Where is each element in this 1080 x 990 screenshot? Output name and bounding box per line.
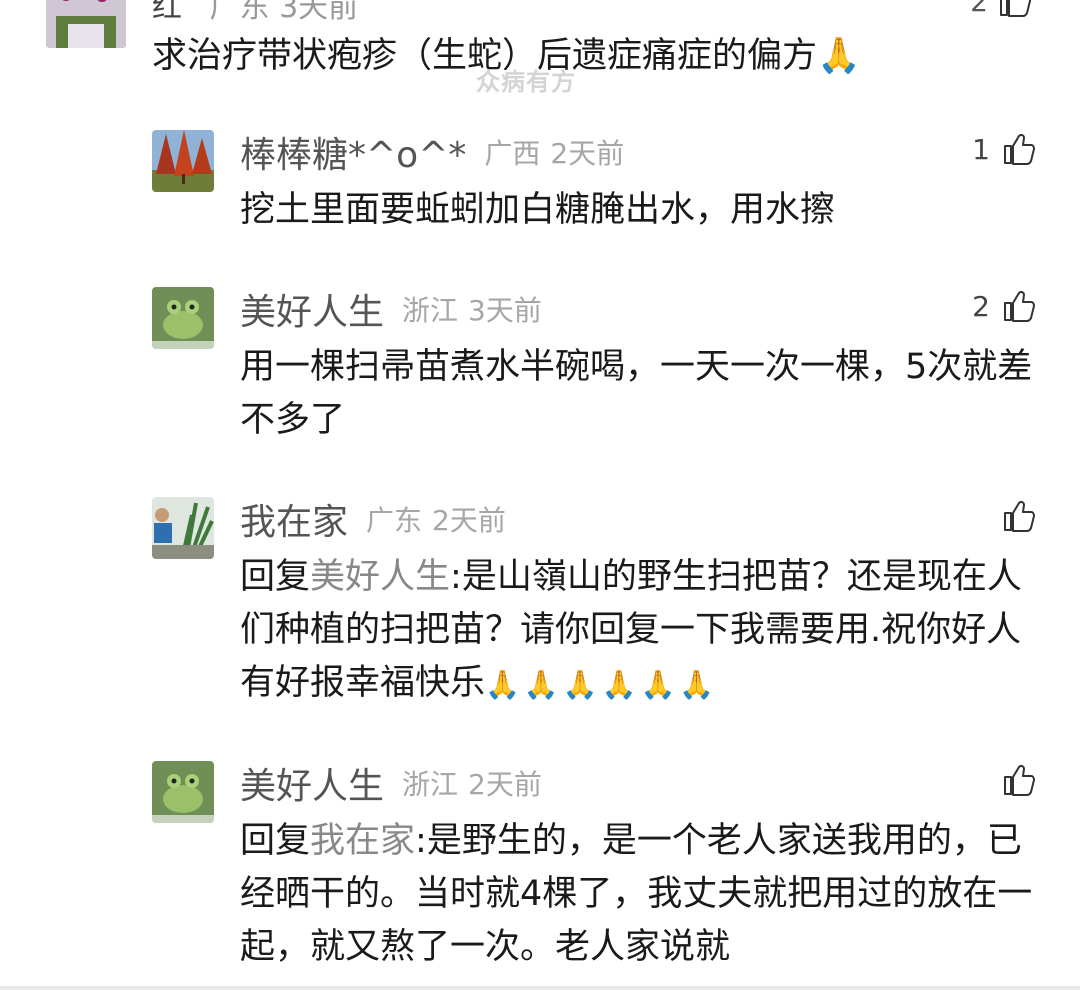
reply-item: 美好人生 浙江 3天前 2 用一棵扫帚苗煮水半碗喝，一天一次一棵，5次就差不多了 xyxy=(152,287,1040,457)
reply-time: 3天前 xyxy=(468,294,542,327)
child-plant-avatar xyxy=(152,497,214,559)
watermark: 众病有方 xyxy=(476,68,576,96)
reply-meta: 我在家 广东 2天前 xyxy=(240,497,516,543)
reply-prefix: 回复 xyxy=(240,557,311,597)
thumbs-up-icon xyxy=(1004,500,1035,532)
reply-text: 回复我在家:是野生的，是一个老人家送我用的，已经晒干的。当时就4棵了，我丈夫就把… xyxy=(240,815,1040,974)
pray-emoji: 🙏🙏🙏🙏🙏🙏 xyxy=(485,668,719,701)
reply-meta: 棒棒糖*^o^* 广西 2天前 xyxy=(240,130,634,176)
thumbs-up-icon xyxy=(1004,764,1035,796)
thumbs-up-icon xyxy=(1000,0,1031,17)
top-comment-like-button[interactable]: 2 xyxy=(970,0,1032,18)
like-button[interactable] xyxy=(990,763,1036,797)
avatar[interactable] xyxy=(152,761,214,823)
reply-location: 广西 xyxy=(484,137,541,170)
reply-item: 美好人生 浙江 2天前 回复我在家:是野生的，是一个老人家送我用的，已经晒干的。… xyxy=(152,761,1040,990)
mention-link[interactable]: 我在家 xyxy=(310,821,415,861)
thumbs-up-icon xyxy=(1004,290,1035,322)
reply-time: 2天前 xyxy=(432,504,506,537)
avatar[interactable] xyxy=(152,287,214,349)
top-comment: 红 广东 3天前 2 求治疗带状疱疹（生蛇）后遗症痛症的偏方🙏 众病有方 xyxy=(0,0,1080,110)
reply-item: 我在家 广东 2天前 回复美好人生:是山嶺山的野生扫把苗？还是现在人们种植的扫把… xyxy=(152,497,1040,727)
top-comment-username[interactable]: 红 xyxy=(152,0,182,25)
reply-username[interactable]: 美好人生 xyxy=(240,283,384,335)
mention-link[interactable]: 美好人生 xyxy=(310,557,450,597)
like-button[interactable]: 2 xyxy=(972,289,1036,323)
reply-username[interactable]: 棒棒糖*^o^* xyxy=(240,126,466,178)
like-button[interactable]: 1 xyxy=(972,132,1036,166)
top-comment-meta: 红 广东 3天前 xyxy=(152,0,358,26)
orchid-avatar-image xyxy=(46,0,126,48)
reply-item: 棒棒糖*^o^* 广西 2天前 1 挖土里面要蚯蚓加白糖腌出水，用水擦 xyxy=(152,130,1040,240)
reply-time: 2天前 xyxy=(468,768,542,801)
frog-avatar xyxy=(152,287,214,349)
top-comment-location: 广东 xyxy=(209,0,270,25)
reply-location: 广东 xyxy=(366,504,423,537)
top-comment-time: 3天前 xyxy=(279,0,359,25)
divider xyxy=(0,986,1080,990)
comment-thread: 红 广东 3天前 2 求治疗带状疱疹（生蛇）后遗症痛症的偏方🙏 众病有方 棒棒糖… xyxy=(0,0,1080,990)
top-comment-like-count: 2 xyxy=(970,0,988,18)
autumn-trees-avatar xyxy=(152,130,214,192)
avatar[interactable] xyxy=(152,497,214,559)
reply-text: 用一棵扫帚苗煮水半碗喝，一天一次一棵，5次就差不多了 xyxy=(240,347,1033,440)
thumbs-up-icon xyxy=(1004,133,1035,165)
like-button[interactable] xyxy=(990,499,1036,533)
reply-text: 挖土里面要蚯蚓加白糖腌出水，用水擦 xyxy=(240,190,836,230)
reply-prefix: 回复 xyxy=(240,821,311,861)
reply-text: 回复美好人生:是山嶺山的野生扫把苗？还是现在人们种植的扫把苗？请你回复一下我需要… xyxy=(240,551,1040,711)
reply-username[interactable]: 美好人生 xyxy=(240,757,384,809)
orchid-avatar[interactable] xyxy=(46,0,126,48)
reply-time: 2天前 xyxy=(550,137,625,170)
reply-location: 浙江 xyxy=(402,294,459,327)
like-count: 1 xyxy=(972,132,990,166)
reply-meta: 美好人生 浙江 2天前 xyxy=(240,761,552,807)
avatar[interactable] xyxy=(152,130,214,192)
like-count: 2 xyxy=(972,289,990,323)
reply-meta: 美好人生 浙江 3天前 xyxy=(240,287,552,333)
frog-avatar xyxy=(152,761,214,823)
reply-location: 浙江 xyxy=(402,768,459,801)
reply-username[interactable]: 我在家 xyxy=(240,493,348,545)
